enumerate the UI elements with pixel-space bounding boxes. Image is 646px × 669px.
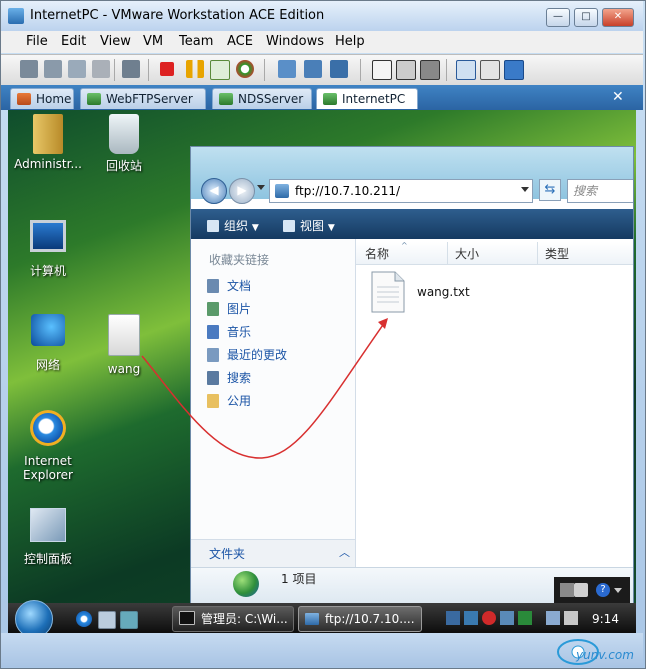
internet-explorer-icon[interactable] bbox=[76, 611, 92, 627]
show-desktop-icon[interactable] bbox=[98, 611, 116, 629]
clock[interactable]: 9:14 bbox=[592, 612, 619, 626]
task-label: 管理员: C:\Wi... bbox=[201, 612, 288, 626]
drag-arrowhead bbox=[378, 318, 388, 329]
update-tray-icon[interactable] bbox=[518, 611, 532, 625]
volume-muted-icon[interactable] bbox=[564, 611, 578, 625]
watermark-text: yunv.com bbox=[576, 648, 634, 662]
cmd-icon bbox=[179, 611, 195, 625]
taskbar-task-ftp[interactable]: ftp://10.7.10.... bbox=[298, 606, 422, 632]
network-tray-icon[interactable] bbox=[446, 611, 460, 625]
network-connection-icon[interactable] bbox=[546, 611, 560, 625]
drag-arrow-annotation bbox=[141, 318, 388, 459]
taskbar-task-cmd[interactable]: 管理员: C:\Wi... bbox=[172, 606, 294, 632]
vmware-tools-tray-icon[interactable] bbox=[464, 611, 478, 625]
usb-tray-icon[interactable] bbox=[500, 611, 514, 625]
drag-arrow-path bbox=[141, 321, 386, 459]
task-label: ftp://10.7.10.... bbox=[325, 612, 415, 626]
ftp-folder-icon bbox=[305, 613, 319, 625]
vmware-status-bar bbox=[1, 633, 643, 667]
security-alert-icon[interactable] bbox=[482, 611, 496, 625]
switch-windows-icon[interactable] bbox=[120, 611, 138, 629]
